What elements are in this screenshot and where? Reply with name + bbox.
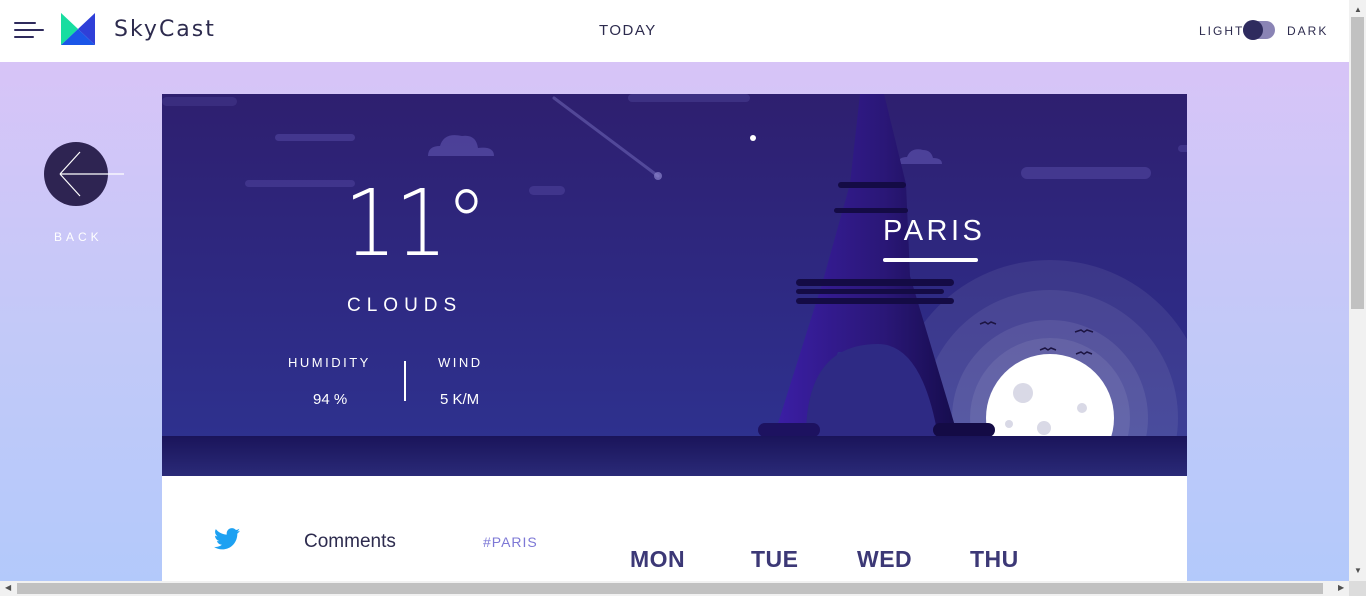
details-panel: Comments #PARIS MON TUE WED THU <box>162 476 1187 586</box>
wind-label: WIND <box>438 355 483 370</box>
forecast-day-mon[interactable]: MON <box>630 546 685 573</box>
theme-dark-label: DARK <box>1287 24 1329 38</box>
night-scene-illustration <box>162 94 1187 476</box>
horizontal-scrollbar[interactable]: ◀ ▶ <box>0 581 1349 596</box>
scroll-right-icon[interactable]: ▶ <box>1338 583 1344 592</box>
stat-divider <box>404 361 406 401</box>
arrow-left-icon <box>59 151 124 197</box>
city-name: PARIS <box>883 215 986 247</box>
weather-condition: CLOUDS <box>347 295 463 316</box>
horizontal-scroll-thumb[interactable] <box>17 583 1323 594</box>
weather-hero: 11° CLOUDS HUMIDITY 94 % WIND 5 K/M PARI… <box>162 94 1187 476</box>
humidity-label: HUMIDITY <box>288 355 371 370</box>
brand-name[interactable]: SkyCast <box>114 17 216 42</box>
hashtag-link[interactable]: #PARIS <box>483 534 538 550</box>
forecast-day-thu[interactable]: THU <box>970 546 1019 573</box>
toggle-knob <box>1243 20 1263 40</box>
theme-toggle[interactable] <box>1243 20 1275 40</box>
scroll-down-icon[interactable]: ▼ <box>1354 566 1362 575</box>
theme-light-label: LIGHT <box>1199 24 1245 38</box>
scrollbar-corner <box>1349 581 1366 596</box>
forecast-day-wed[interactable]: WED <box>857 546 912 573</box>
scroll-up-icon[interactable]: ▲ <box>1354 5 1362 14</box>
forecast-day-tue[interactable]: TUE <box>751 546 799 573</box>
city-underline <box>883 258 978 262</box>
top-bar: SkyCast TODAY LIGHT DARK <box>0 0 1349 62</box>
scroll-left-icon[interactable]: ◀ <box>5 583 11 592</box>
back-label: BACK <box>54 230 103 244</box>
vertical-scrollbar[interactable]: ▲ ▼ <box>1349 0 1366 581</box>
back-button[interactable] <box>44 142 124 206</box>
twitter-icon[interactable] <box>214 528 240 550</box>
humidity-value: 94 % <box>313 391 348 408</box>
ground-strip <box>162 436 1187 476</box>
temperature: 11° <box>344 170 487 277</box>
wind-value: 5 K/M <box>440 391 480 408</box>
vertical-scroll-thumb[interactable] <box>1351 17 1364 309</box>
menu-icon[interactable] <box>14 20 44 40</box>
logo-icon <box>61 13 95 45</box>
page-title: TODAY <box>599 22 657 39</box>
comments-title: Comments <box>304 531 396 552</box>
